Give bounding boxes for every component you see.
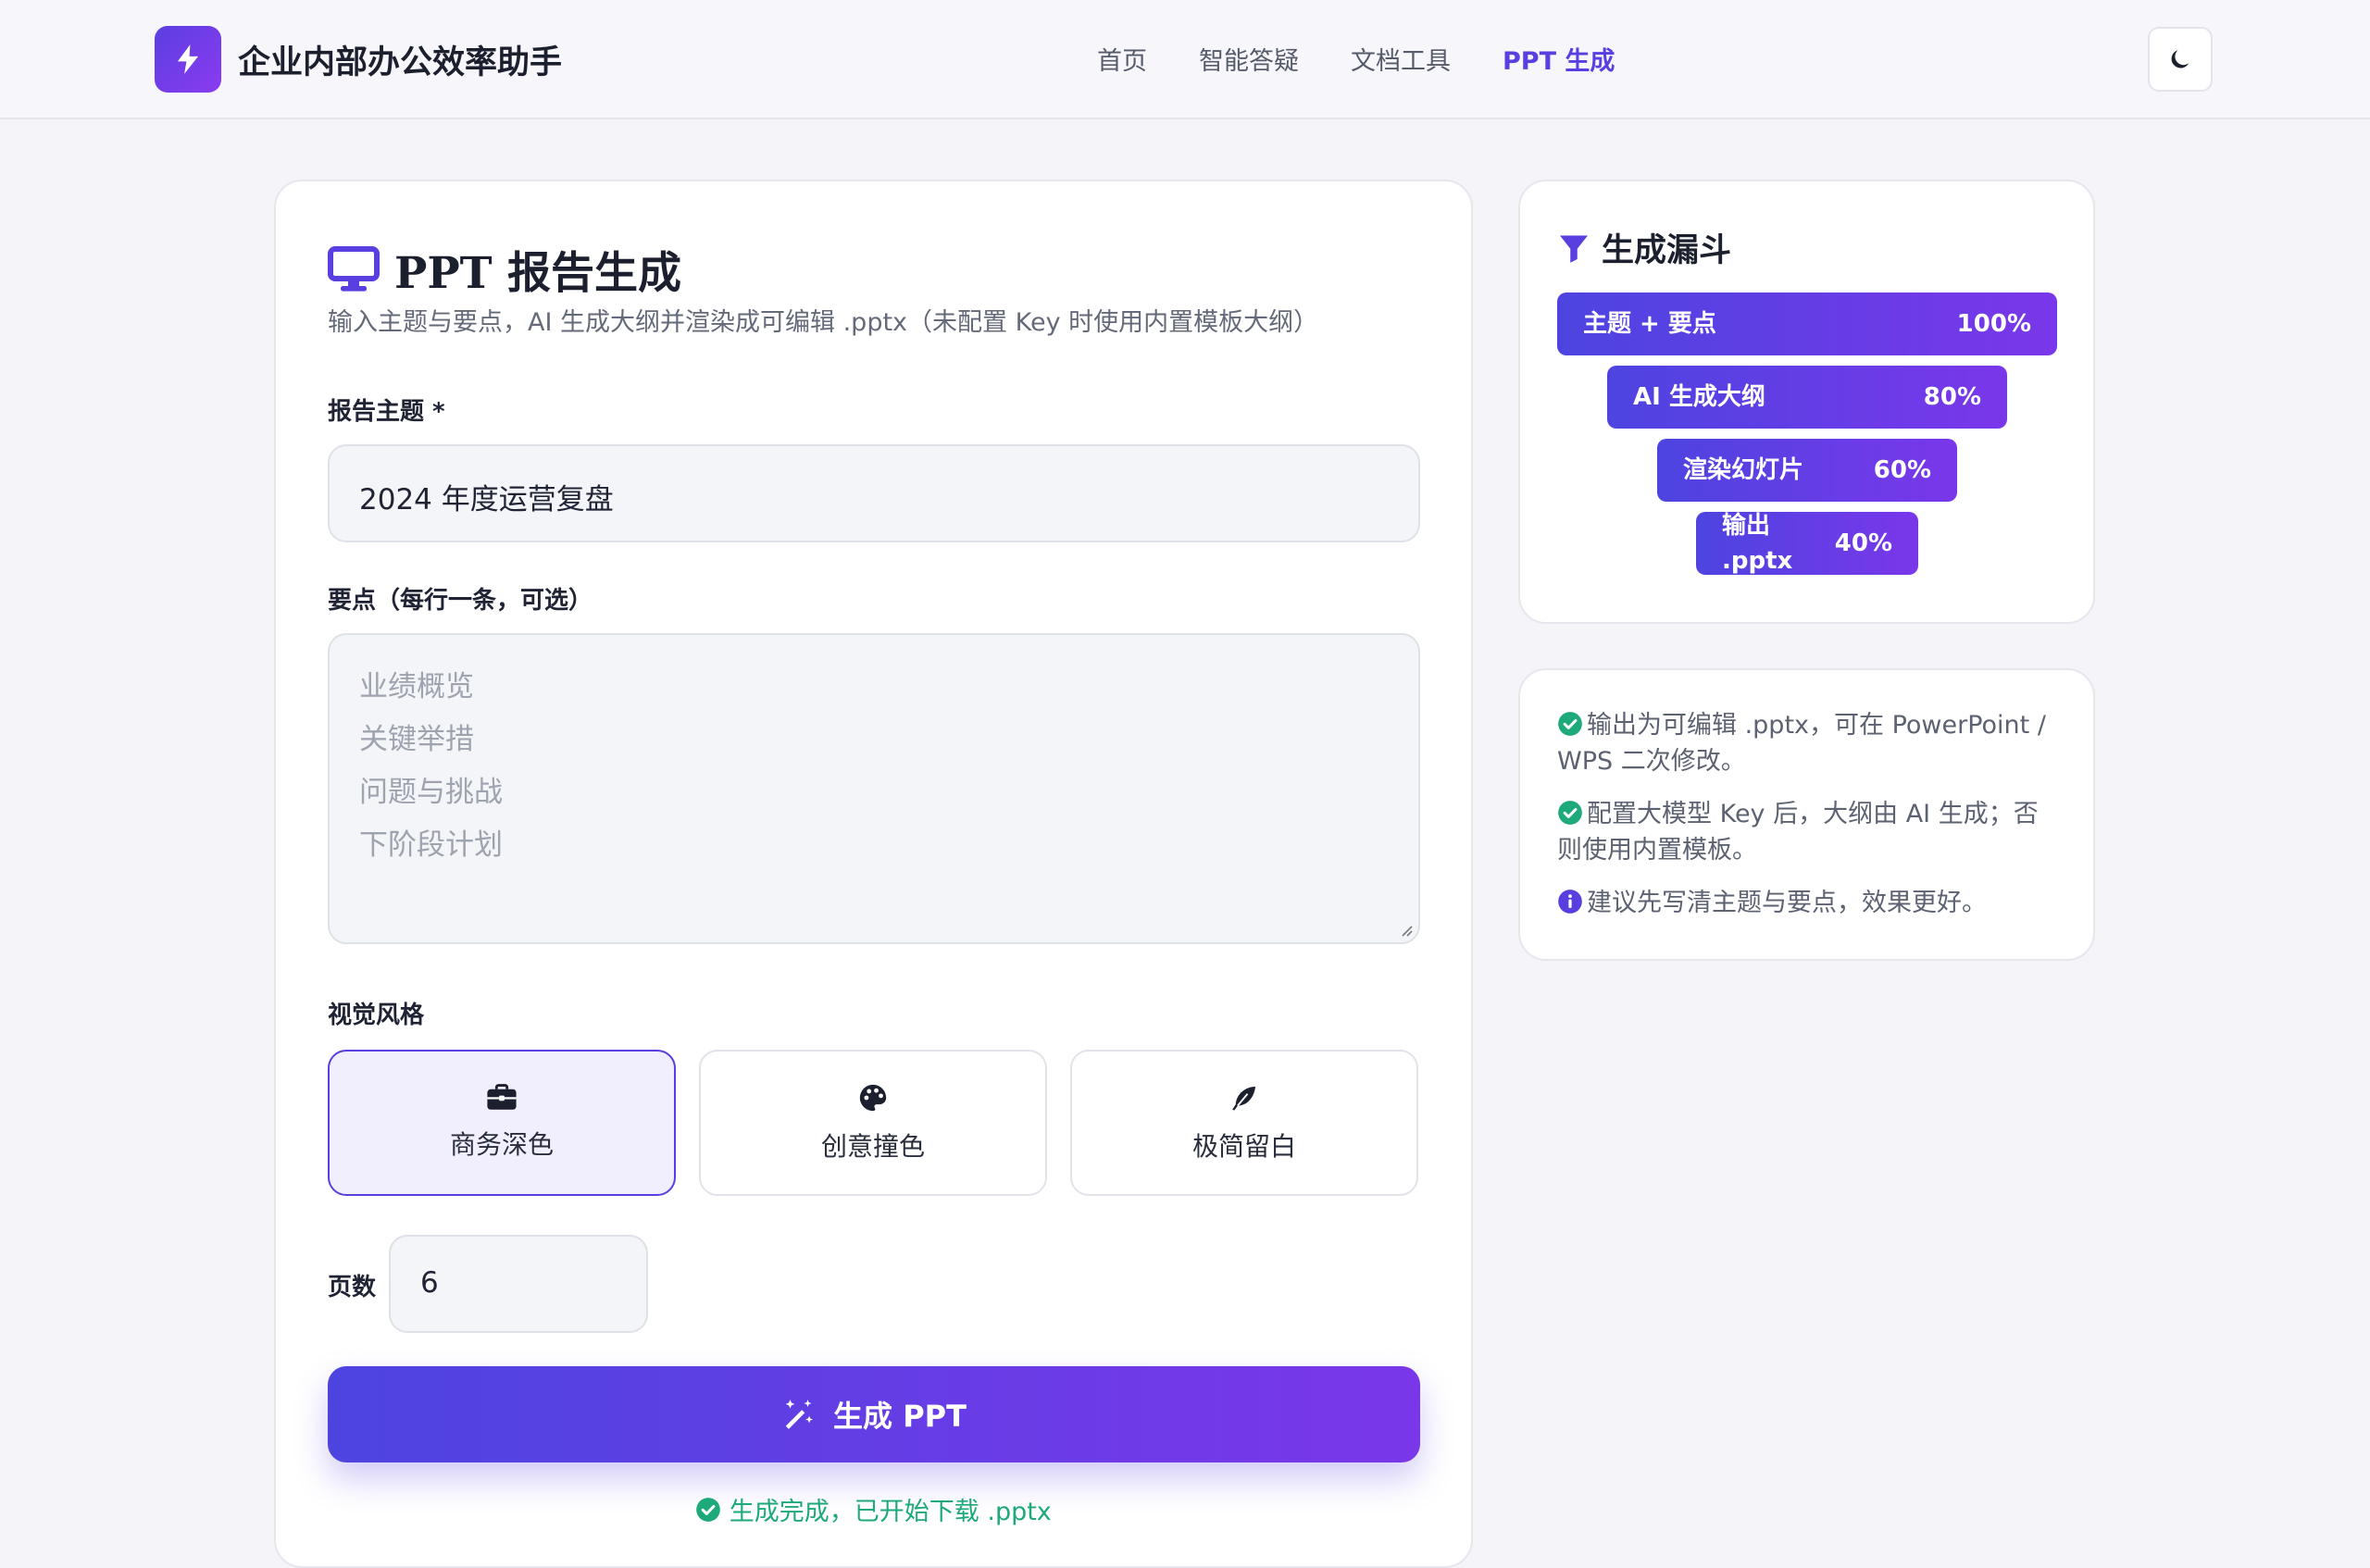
ppt-form-card: PPT 报告生成 输入主题与要点，AI 生成大纲并渲染成可编辑 .pptx（未配…	[274, 180, 1473, 1568]
topic-input[interactable]: 2024 年度运营复盘	[328, 444, 1420, 542]
tip-item: 输出为可编辑 .pptx，可在 PowerPoint / WPS 二次修改。	[1557, 707, 2062, 779]
feather-icon	[1232, 1086, 1256, 1111]
brand[interactable]: 企业内部办公效率助手	[155, 26, 562, 93]
style-option-creative-color[interactable]: 创意撞色	[699, 1050, 1047, 1196]
main-nav: 首页 智能答疑 文档工具 PPT 生成	[1097, 41, 1666, 77]
app-title: 企业内部办公效率助手	[238, 43, 563, 81]
theme-toggle-button[interactable]	[2148, 27, 2213, 92]
check-circle-icon	[696, 1497, 721, 1522]
form-subtitle: 输入主题与要点，AI 生成大纲并渲染成可编辑 .pptx（未配置 Key 时使用…	[328, 308, 1319, 337]
style-option-label: 商务深色	[449, 1129, 554, 1160]
placeholder-line: 关键举措	[359, 723, 474, 756]
points-textarea[interactable]: 业绩概览 关键举措 问题与挑战 下阶段计划	[328, 633, 1420, 944]
tips-card: 输出为可编辑 .pptx，可在 PowerPoint / WPS 二次修改。 配…	[1518, 668, 2095, 961]
funnel-stage-percent: 100%	[1956, 310, 2031, 338]
style-option-business-dark[interactable]: 商务深色	[328, 1050, 676, 1196]
tip-text: 建议先写清主题与要点，效果更好。	[1587, 889, 1987, 917]
tip-text: 配置大模型 Key 后，大纲由 AI 生成；否则使用内置模板。	[1557, 800, 2039, 865]
briefcase-icon	[487, 1084, 517, 1110]
placeholder-line: 业绩概览	[359, 670, 474, 703]
funnel-stage-percent: 60%	[1873, 456, 1931, 484]
moon-icon	[2171, 50, 2189, 68]
funnel-stage: AI 生成大纲 80%	[1607, 366, 2007, 429]
palette-icon	[859, 1084, 887, 1112]
placeholder-line: 问题与挑战	[359, 776, 503, 809]
topic-label: 报告主题 *	[328, 398, 445, 426]
pages-input[interactable]: 6	[389, 1235, 648, 1333]
resize-grip-icon[interactable]	[1398, 922, 1413, 937]
funnel-stage-label: 输出 .pptx	[1722, 512, 1793, 575]
style-option-label: 极简留白	[1191, 1131, 1296, 1162]
style-option-label: 创意撞色	[820, 1131, 925, 1162]
nav-item-home[interactable]: 首页	[1097, 41, 1147, 77]
funnel-stage: 主题 + 要点 100%	[1557, 292, 2057, 355]
placeholder-line: 下阶段计划	[359, 828, 503, 862]
tip-item: 建议先写清主题与要点，效果更好。	[1557, 885, 2062, 921]
funnel-stage: 渲染幻灯片 60%	[1657, 439, 1957, 502]
funnel-title: 生成漏斗	[1557, 224, 1731, 271]
funnel-stage-label: 主题 + 要点	[1583, 310, 1716, 338]
lightning-bolt-icon	[155, 26, 221, 93]
points-label: 要点（每行一条，可选）	[328, 587, 593, 615]
nav-item-ppt[interactable]: PPT 生成	[1503, 41, 1615, 77]
pages-label: 页数	[328, 1274, 377, 1301]
top-navbar: 企业内部办公效率助手 首页 智能答疑 文档工具 PPT 生成	[0, 0, 2370, 119]
generate-ppt-button[interactable]: 生成 PPT	[328, 1366, 1420, 1462]
check-circle-icon	[1558, 801, 1582, 825]
magic-wand-icon	[785, 1400, 814, 1429]
funnel-stage-label: AI 生成大纲	[1633, 383, 1765, 411]
status-message: 生成完成，已开始下载 .pptx	[276, 1491, 1471, 1527]
status-text: 生成完成，已开始下载 .pptx	[729, 1498, 1052, 1526]
funnel-stage-label: 渲染幻灯片	[1683, 456, 1804, 484]
form-title-text: PPT 报告生成	[394, 248, 682, 299]
form-title: PPT 报告生成	[328, 237, 681, 301]
generate-button-label: 生成 PPT	[833, 1399, 967, 1434]
style-option-minimal-white[interactable]: 极简留白	[1070, 1050, 1418, 1196]
nav-item-smart-qa[interactable]: 智能答疑	[1199, 41, 1299, 77]
funnel-title-text: 生成漏斗	[1602, 231, 1732, 269]
info-circle-icon	[1558, 890, 1582, 914]
style-label: 视觉风格	[328, 1002, 425, 1029]
funnel-stage: 输出 .pptx 40%	[1696, 512, 1918, 575]
funnel-stage-percent: 40%	[1834, 529, 1892, 557]
funnel-card: 生成漏斗 主题 + 要点 100% AI 生成大纲 80% 渲染幻灯片 60% …	[1518, 180, 2095, 624]
monitor-icon	[328, 245, 380, 292]
check-circle-icon	[1558, 712, 1582, 736]
tip-text: 输出为可编辑 .pptx，可在 PowerPoint / WPS 二次修改。	[1557, 711, 2046, 776]
tip-item: 配置大模型 Key 后，大纲由 AI 生成；否则使用内置模板。	[1557, 796, 2062, 868]
funnel-icon	[1560, 235, 1588, 263]
nav-item-doc-tools[interactable]: 文档工具	[1351, 41, 1451, 77]
funnel-stage-percent: 80%	[1923, 383, 1981, 411]
